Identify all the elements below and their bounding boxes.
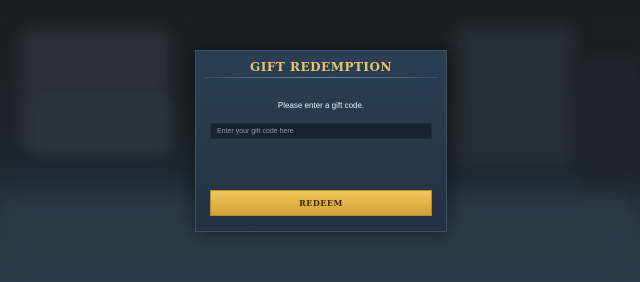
background-blur [455, 25, 575, 165]
redeem-button-label: REDEEM [299, 198, 343, 208]
dialog-prompt: Please enter a gift code. [277, 101, 365, 110]
gift-code-input[interactable] [210, 123, 432, 139]
redeem-button[interactable]: REDEEM [210, 190, 432, 216]
dialog-title: GIFT REDEMPTION [250, 60, 392, 74]
game-screen: GIFT REDEMPTION Please enter a gift code… [0, 0, 640, 282]
gift-redemption-dialog: GIFT REDEMPTION Please enter a gift code… [195, 50, 447, 232]
background-blur [30, 95, 170, 155]
title-divider [204, 77, 438, 78]
background-blur [580, 60, 640, 210]
